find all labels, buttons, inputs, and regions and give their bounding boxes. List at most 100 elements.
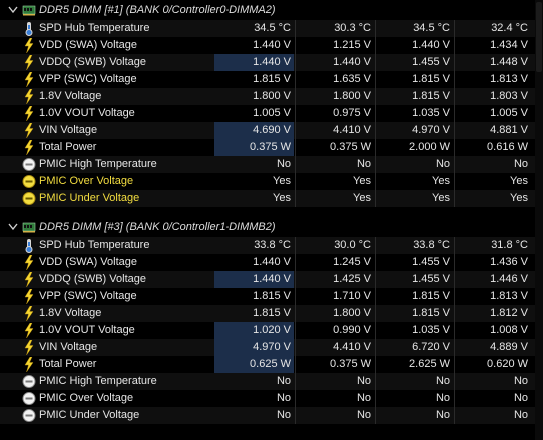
column-divider — [295, 237, 296, 254]
min-value: 1.800 V — [333, 90, 371, 102]
current-value: 1.815 V — [253, 73, 291, 85]
sensor-row[interactable]: 1.8V Voltage 1.800 V 1.800 V 1.815 V 1.803 V — [0, 88, 543, 105]
sensor-row[interactable]: VPP (SWC) Voltage 1.815 V 1.710 V 1.815 V 1.… — [0, 288, 543, 305]
sensor-row[interactable]: SPD Hub Temperature 33.8 °C 30.0 °C 33.8 °C… — [0, 237, 543, 254]
section-title: DDR5 DIMM [#1] (BANK 0/Controller0-DIMMA… — [39, 4, 276, 16]
chevron-down-icon[interactable] — [8, 217, 20, 237]
sensor-row[interactable]: 1.0V VOUT Voltage 1.020 V 0.990 V 1.035 V 1.… — [0, 322, 543, 339]
average-value: No — [513, 158, 528, 170]
section-header[interactable]: DDR5 DIMM [#1] (BANK 0/Controller0-DIMMA… — [0, 0, 543, 20]
column-divider — [454, 339, 455, 356]
lightning-icon — [22, 139, 36, 156]
sensor-row[interactable]: VDDQ (SWB) Voltage 1.440 V 1.425 V 1.455 V 1… — [0, 271, 543, 288]
scroll-thumb[interactable] — [536, 2, 542, 72]
chevron-down-icon[interactable] — [8, 0, 20, 20]
lightning-icon — [22, 339, 36, 356]
current-value: 1.005 V — [253, 107, 291, 119]
sensor-row[interactable]: PMIC Over Voltage Yes Yes Yes Yes — [0, 173, 543, 190]
sensor-label: SPD Hub Temperature — [39, 239, 150, 251]
column-divider — [454, 88, 455, 105]
average-value: 1.446 V — [490, 273, 528, 285]
current-value: 33.8 °C — [254, 239, 291, 251]
average-value: 31.8 °C — [491, 239, 528, 251]
max-value: 1.035 V — [412, 107, 450, 119]
sensor-row[interactable]: VDDQ (SWB) Voltage 1.440 V 1.440 V 1.455 V 1… — [0, 54, 543, 71]
column-divider — [454, 54, 455, 71]
sensor-label: VIN Voltage — [39, 341, 98, 353]
sensor-row[interactable]: SPD Hub Temperature 34.5 °C 30.3 °C 34.5 °C… — [0, 20, 543, 37]
max-value: 1.815 V — [412, 307, 450, 319]
max-value: 1.455 V — [412, 256, 450, 268]
column-divider — [295, 271, 296, 288]
min-value: Yes — [353, 175, 371, 187]
max-value: 1.815 V — [412, 90, 450, 102]
max-value: No — [435, 158, 450, 170]
sensor-label: PMIC Under Voltage — [39, 192, 140, 204]
sensor-row[interactable]: 1.0V VOUT Voltage 1.005 V 0.975 V 1.035 V 1.… — [0, 105, 543, 122]
column-divider — [295, 54, 296, 71]
scrollbar[interactable] — [535, 0, 543, 440]
current-value: 1.440 V — [253, 39, 291, 51]
column-divider — [295, 356, 296, 373]
max-value: Yes — [432, 192, 450, 204]
min-value: 4.410 V — [333, 124, 371, 136]
column-divider — [454, 390, 455, 407]
lightning-icon — [22, 105, 36, 122]
sensor-label: 1.8V Voltage — [39, 307, 102, 319]
column-divider — [454, 322, 455, 339]
column-divider — [375, 173, 376, 190]
sensor-row[interactable]: PMIC High Temperature No No No No — [0, 373, 543, 390]
sensor-row[interactable]: PMIC High Temperature No No No No — [0, 156, 543, 173]
current-value: 4.970 V — [214, 339, 294, 356]
min-value: 30.3 °C — [334, 22, 371, 34]
min-value: No — [356, 409, 371, 421]
min-value: 0.990 V — [333, 324, 371, 336]
sensor-row[interactable]: PMIC Over Voltage No No No No — [0, 390, 543, 407]
min-value: No — [356, 158, 371, 170]
column-divider — [375, 88, 376, 105]
sensor-row[interactable]: VDD (SWA) Voltage 1.440 V 1.245 V 1.455 V 1.… — [0, 254, 543, 271]
max-value: 1.440 V — [412, 39, 450, 51]
column-divider — [375, 339, 376, 356]
sensor-label: PMIC Over Voltage — [39, 392, 134, 404]
sensor-label: PMIC Under Voltage — [39, 409, 140, 421]
current-value: 1.815 V — [253, 290, 291, 302]
lightning-icon — [22, 54, 36, 71]
warning-gauge-icon — [22, 191, 36, 206]
average-value: 1.005 V — [490, 107, 528, 119]
column-divider — [295, 373, 296, 390]
thermometer-icon — [22, 21, 36, 36]
column-divider — [454, 37, 455, 54]
column-divider — [375, 122, 376, 139]
sensor-row[interactable]: 1.8V Voltage 1.815 V 1.800 V 1.815 V 1.812 V — [0, 305, 543, 322]
sensor-row[interactable]: VIN Voltage 4.970 V 4.410 V 6.720 V 4.889 V — [0, 339, 543, 356]
min-value: Yes — [353, 192, 371, 204]
average-value: 1.813 V — [490, 73, 528, 85]
column-divider — [295, 407, 296, 424]
sensor-row[interactable]: VPP (SWC) Voltage 1.815 V 1.635 V 1.815 V 1.… — [0, 71, 543, 88]
sensor-row[interactable]: Total Power 0.375 W 0.375 W 2.000 W 0.616 W — [0, 139, 543, 156]
column-divider — [454, 288, 455, 305]
gauge-icon — [22, 408, 36, 423]
sensor-row[interactable]: VIN Voltage 4.690 V 4.410 V 4.970 V 4.881 V — [0, 122, 543, 139]
column-divider — [295, 190, 296, 207]
average-value: Yes — [510, 175, 528, 187]
sensor-row[interactable]: PMIC Under Voltage No No No No — [0, 407, 543, 424]
column-divider — [295, 88, 296, 105]
current-value: 4.690 V — [214, 122, 294, 139]
sensor-label: 1.0V VOUT Voltage — [39, 324, 135, 336]
max-value: No — [435, 375, 450, 387]
sensor-list: DDR5 DIMM [#1] (BANK 0/Controller0-DIMMA… — [0, 0, 543, 424]
current-value: 1.020 V — [214, 322, 294, 339]
section-header[interactable]: DDR5 DIMM [#3] (BANK 0/Controller1-DIMMB… — [0, 217, 543, 237]
max-value: 1.455 V — [412, 56, 450, 68]
column-divider — [295, 288, 296, 305]
lightning-icon — [22, 71, 36, 88]
sensor-label: SPD Hub Temperature — [39, 22, 150, 34]
column-divider — [295, 122, 296, 139]
sensor-row[interactable]: VDD (SWA) Voltage 1.440 V 1.215 V 1.440 V 1.… — [0, 37, 543, 54]
max-value: 6.720 V — [412, 341, 450, 353]
sensor-row[interactable]: PMIC Under Voltage Yes Yes Yes Yes — [0, 190, 543, 207]
sensor-row[interactable]: Total Power 0.625 W 0.375 W 2.625 W 0.620 W — [0, 356, 543, 373]
average-value: No — [513, 392, 528, 404]
